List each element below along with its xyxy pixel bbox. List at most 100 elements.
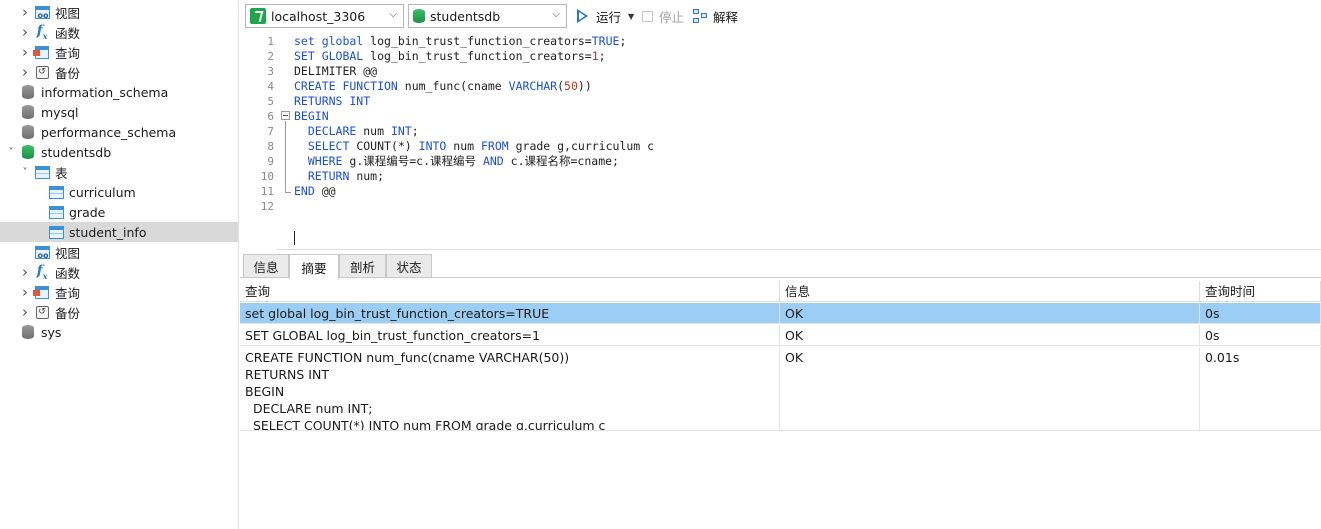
connection-select[interactable]: localhost_3306 ⌵ bbox=[245, 4, 404, 28]
result-tab[interactable]: 剖析 bbox=[339, 254, 386, 277]
sql-text: ; bbox=[598, 49, 606, 63]
query-shape bbox=[33, 285, 49, 299]
line-number: 3 bbox=[267, 65, 274, 78]
tree-item[interactable]: mysql bbox=[0, 102, 238, 122]
tree-item[interactable]: › fx 函数 bbox=[0, 22, 238, 42]
chevron-down-icon[interactable]: ˅ bbox=[5, 146, 17, 158]
result-tab[interactable]: 信息 bbox=[243, 254, 289, 277]
tree-item[interactable]: performance_schema bbox=[0, 122, 238, 142]
table-icon bbox=[48, 184, 64, 200]
sql-editor[interactable]: 1 2 3 4 5 6 7 8 9 10 11 12 set global log_bin_trust… bbox=[240, 32, 1321, 250]
query-toolbar: localhost_3306 ⌵ studentsdb ⌵ 运行 ▼ 停止 解释 bbox=[240, 0, 1321, 32]
tree-item[interactable]: › oo 视图 bbox=[0, 2, 238, 22]
tree-item[interactable]: › 查询 bbox=[0, 282, 238, 302]
column-header[interactable]: 查询时间 bbox=[1200, 281, 1321, 302]
tree-item-label: performance_schema bbox=[41, 124, 177, 140]
tree-item[interactable]: oo 视图 bbox=[0, 242, 238, 262]
column-header[interactable]: 查询 bbox=[240, 281, 780, 302]
tree-item[interactable]: ˅ 表 bbox=[0, 162, 238, 182]
chevron-right-icon[interactable]: › bbox=[19, 303, 31, 321]
time-cell[interactable]: 0.01s bbox=[1200, 347, 1321, 431]
tree-item[interactable]: curriculum bbox=[0, 182, 238, 202]
sql-keyword: WHERE bbox=[307, 154, 350, 168]
tree-item[interactable]: information_schema bbox=[0, 82, 238, 102]
sql-text: ; bbox=[619, 34, 627, 48]
database-shape bbox=[22, 85, 34, 99]
sql-keyword: END bbox=[294, 184, 322, 198]
chevron-right-icon[interactable]: › bbox=[19, 263, 31, 281]
code-line: RETURN num; bbox=[294, 169, 384, 184]
sql-keyword: CREATE FUNCTION bbox=[294, 79, 405, 93]
fold-toggle-icon[interactable] bbox=[281, 111, 290, 120]
tree-item-label: 视图 bbox=[55, 245, 81, 261]
chevron-right-icon bbox=[5, 126, 17, 138]
chevron-right-icon[interactable]: › bbox=[19, 283, 31, 301]
chevron-down-icon[interactable]: ˅ bbox=[19, 166, 31, 178]
info-cell[interactable]: OK bbox=[780, 347, 1200, 431]
run-button[interactable]: 运行 ▼ bbox=[576, 6, 634, 26]
database-icon bbox=[20, 104, 36, 120]
chevron-right-icon[interactable]: › bbox=[19, 23, 31, 41]
explain-button[interactable]: 解释 bbox=[693, 6, 738, 26]
run-icon bbox=[576, 8, 590, 24]
sql-text: log_bin_trust_function_creators= bbox=[370, 49, 592, 63]
view-icon: oo bbox=[34, 4, 50, 20]
sql-keyword: RETURN bbox=[307, 169, 357, 183]
tree-item-label: mysql bbox=[41, 104, 79, 120]
tree-item[interactable]: › fx 函数 bbox=[0, 262, 238, 282]
database-icon bbox=[20, 144, 36, 160]
database-select[interactable]: studentsdb ⌵ bbox=[408, 4, 567, 28]
tree-item-label: curriculum bbox=[69, 184, 136, 200]
table-icon bbox=[48, 224, 64, 240]
result-tab[interactable]: 状态 bbox=[386, 254, 432, 277]
tree-item-label: 备份 bbox=[55, 305, 81, 321]
sql-keyword: SELECT bbox=[307, 139, 357, 153]
view-icon: oo bbox=[34, 244, 50, 260]
run-dropdown-icon[interactable]: ▼ bbox=[628, 12, 634, 21]
backup-icon: ↺ bbox=[34, 64, 50, 80]
chevron-right-icon[interactable]: › bbox=[19, 43, 31, 61]
chevron-right-icon[interactable]: › bbox=[19, 63, 31, 81]
chevron-right-icon bbox=[19, 246, 31, 258]
tree-item[interactable]: grade bbox=[0, 202, 238, 222]
column-header[interactable]: 信息 bbox=[780, 281, 1200, 302]
tree-item[interactable]: student_info bbox=[0, 222, 238, 242]
stop-button[interactable]: 停止 bbox=[642, 6, 684, 26]
line-number: 12 bbox=[260, 200, 274, 213]
line-number: 7 bbox=[267, 125, 274, 138]
view-shape: oo bbox=[34, 245, 50, 259]
sql-text: num bbox=[363, 124, 391, 138]
time-cell[interactable]: 0s bbox=[1200, 325, 1321, 346]
query-cell[interactable]: SET GLOBAL log_bin_trust_function_creato… bbox=[240, 325, 780, 346]
tree-item[interactable]: › 查询 bbox=[0, 42, 238, 62]
code-line: WHERE g.课程编号=c.课程编号 AND c.课程名称=cname; bbox=[294, 154, 619, 169]
code-line: DECLARE num INT; bbox=[294, 124, 419, 139]
query-cell[interactable]: CREATE FUNCTION num_func(cname VARCHAR(5… bbox=[240, 347, 780, 431]
run-label: 运行 bbox=[596, 9, 622, 25]
tree-item-label: student_info bbox=[69, 224, 147, 240]
query-cell[interactable]: set global log_bin_trust_function_creato… bbox=[240, 303, 780, 324]
tree-item-label: 函数 bbox=[55, 25, 81, 41]
tree-item-label: sys bbox=[41, 324, 62, 340]
tree-item[interactable]: › ↺ 备份 bbox=[0, 302, 238, 322]
result-tab[interactable]: 摘要 bbox=[289, 254, 339, 279]
time-cell[interactable]: 0s bbox=[1200, 303, 1321, 324]
sql-keyword: SET GLOBAL bbox=[294, 49, 371, 63]
database-icon bbox=[20, 84, 36, 100]
info-cell[interactable]: OK bbox=[780, 303, 1200, 324]
line-number: 6 bbox=[267, 110, 274, 123]
tree-item[interactable]: › ↺ 备份 bbox=[0, 62, 238, 82]
text-caret bbox=[294, 231, 295, 245]
sql-text: )) bbox=[577, 79, 592, 93]
chevron-right-icon bbox=[5, 86, 17, 98]
tree-item[interactable]: sys bbox=[0, 322, 238, 342]
stop-icon bbox=[642, 10, 653, 22]
result-tabs: 信息 摘要 剖析 状态 bbox=[240, 254, 1321, 279]
chevron-right-icon[interactable]: › bbox=[19, 3, 31, 21]
line-number: 9 bbox=[267, 155, 274, 168]
info-cell[interactable]: OK bbox=[780, 325, 1200, 346]
tree-item[interactable]: ˅ studentsdb bbox=[0, 142, 238, 162]
explain-label: 解释 bbox=[713, 9, 739, 25]
